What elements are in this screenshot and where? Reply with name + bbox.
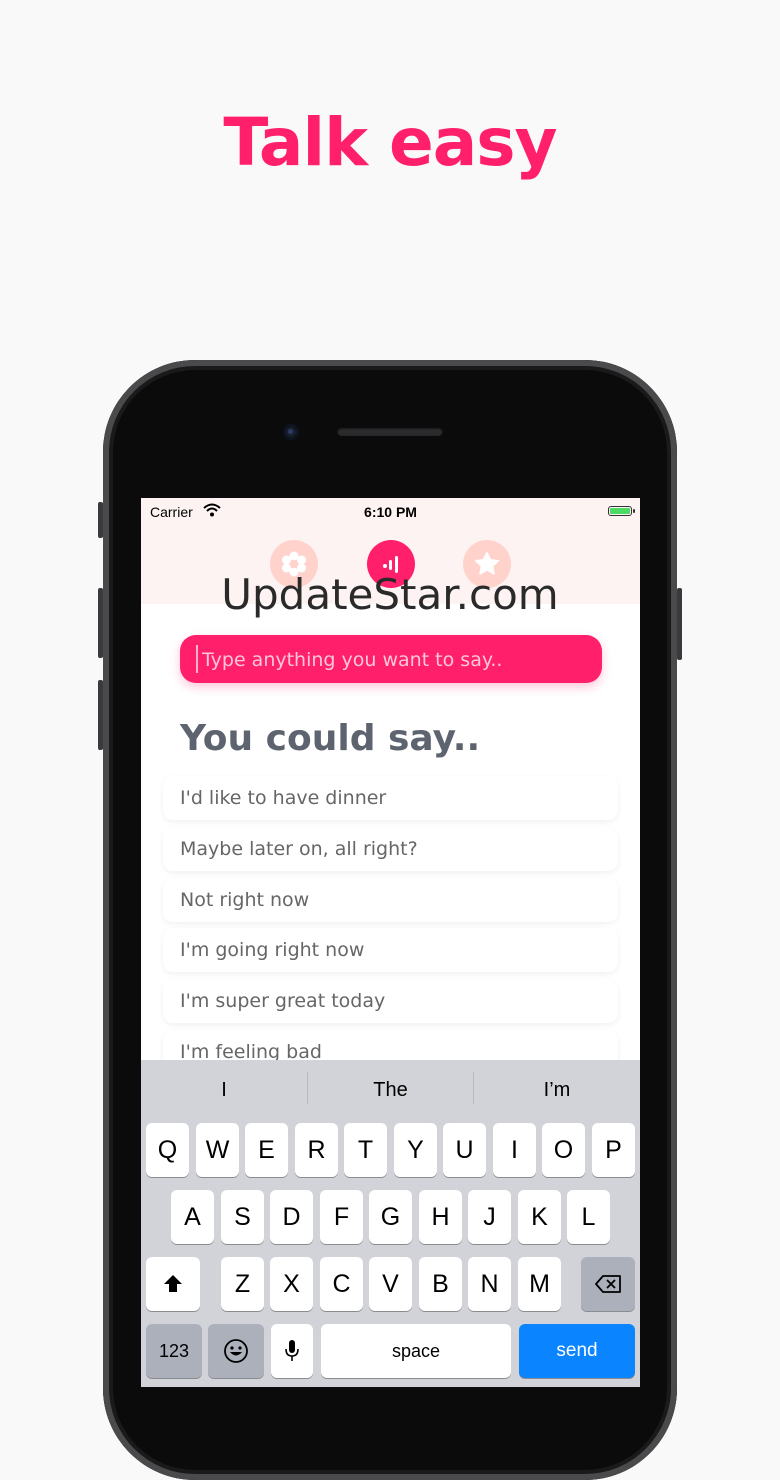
backspace-icon [595,1275,621,1293]
suggestion-item[interactable]: I'd like to have dinner [163,776,618,820]
key-x[interactable]: X [270,1257,313,1311]
suggestions-list: I'd like to have dinner Maybe later on, … [163,776,618,1081]
emoji-key[interactable] [208,1324,264,1378]
key-p[interactable]: P [592,1123,635,1177]
key-a[interactable]: A [171,1190,214,1244]
earpiece-speaker [337,427,443,436]
key-o[interactable]: O [542,1123,585,1177]
key-f[interactable]: F [320,1190,363,1244]
text-caret [196,645,198,673]
volume-down-button [98,680,103,750]
prediction-3[interactable]: I’m [474,1060,640,1120]
phrase-input-container [180,635,602,685]
suggestion-item[interactable]: Not right now [163,877,618,922]
phrase-input[interactable] [200,635,594,685]
suggestions-heading: You could say.. [180,718,481,759]
key-h[interactable]: H [419,1190,462,1244]
key-l[interactable]: L [567,1190,610,1244]
emoji-icon [224,1339,248,1363]
suggestion-item[interactable]: Maybe later on, all right? [163,826,618,871]
key-g[interactable]: G [369,1190,412,1244]
key-d[interactable]: D [270,1190,313,1244]
front-camera [283,424,299,440]
key-j[interactable]: J [468,1190,511,1244]
key-e[interactable]: E [245,1123,288,1177]
key-r[interactable]: R [295,1123,338,1177]
key-y[interactable]: Y [394,1123,437,1177]
key-v[interactable]: V [369,1257,412,1311]
microphone-icon [285,1340,299,1361]
key-w[interactable]: W [196,1123,239,1177]
key-b[interactable]: B [419,1257,462,1311]
numbers-key[interactable]: 123 [146,1324,202,1378]
mute-switch [98,502,103,538]
key-t[interactable]: T [344,1123,387,1177]
keyboard: I The I’m Q W E R T Y U I O P A S D F G … [141,1060,640,1387]
key-s[interactable]: S [221,1190,264,1244]
app-screen: Carrier 6:10 PM Type anything you want t… [141,498,640,1387]
key-i[interactable]: I [493,1123,536,1177]
status-bar: Carrier 6:10 PM [141,498,640,526]
clock: 6:10 PM [364,504,417,520]
dictation-key[interactable] [271,1324,313,1378]
key-m[interactable]: M [518,1257,561,1311]
main-content: You could say.. I'd like to have dinner … [141,604,640,1074]
suggestion-item[interactable]: I'm going right now [163,928,618,973]
shift-arrow-icon [164,1275,182,1292]
battery-icon [608,506,635,516]
watermark: UpdateStar.com [221,570,559,619]
predictive-bar: I The I’m [141,1060,640,1120]
shift-key[interactable] [146,1257,200,1311]
key-k[interactable]: K [518,1190,561,1244]
suggestion-item[interactable]: I'm super great today [163,979,618,1024]
key-n[interactable]: N [468,1257,511,1311]
key-q[interactable]: Q [146,1123,189,1177]
send-key[interactable]: send [519,1324,635,1378]
key-u[interactable]: U [443,1123,486,1177]
prediction-1[interactable]: I [141,1060,307,1120]
key-z[interactable]: Z [221,1257,264,1311]
space-key[interactable]: space [321,1324,511,1378]
key-c[interactable]: C [320,1257,363,1311]
headline: Talk easy [223,104,557,181]
backspace-key[interactable] [581,1257,635,1311]
prediction-2[interactable]: The [308,1060,473,1120]
